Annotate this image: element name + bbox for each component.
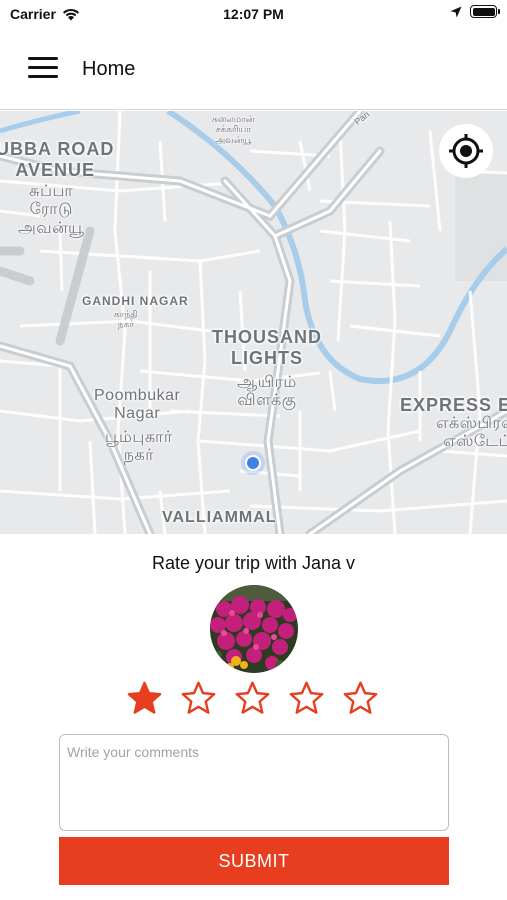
submit-button[interactable]: SUBMIT [59,837,449,885]
map-label-express-tamil: எக்ஸ்பிரஸ் எஸ்டேட் [436,415,507,451]
status-time: 12:07 PM [223,6,284,22]
star-rating[interactable] [126,680,379,717]
map-label-sulaiman: சுலைமான் சக்கரியா அவன்யூ [212,114,255,145]
map-view[interactable]: UBBA ROAD AVENUE சுப்பா ரோடு அவன்யூ சுலை… [0,111,507,534]
rate-trip-panel: Rate your trip with Jana v Write your co… [0,534,507,900]
map-label-poombukar: Poombukar Nagar [94,387,181,423]
location-arrow-icon [450,6,462,17]
map-label-valliammal: VALLIAMMAL [162,509,277,526]
page-title: Home [82,58,136,80]
driver-avatar [210,585,298,673]
my-location-button[interactable] [439,124,493,178]
map-label-poombukar-tamil: பூம்புகார் நகர் [105,429,173,465]
rate-trip-title: Rate your trip with Jana v [151,553,356,573]
star-icon-5[interactable] [342,680,379,717]
map-label-gandhi-nagar: GANDHI NAGAR [82,294,189,308]
map-label-gandhi-tamil: காந்தி நகர் [114,309,138,330]
map-label-subba-tamil: சுப்பா ரோடு அவன்யூ [18,183,85,237]
star-icon-1[interactable] [126,680,163,717]
star-icon-3[interactable] [234,680,271,717]
nav-bar: Home [0,30,507,110]
star-icon-4[interactable] [288,680,325,717]
map-label-subba-road: UBBA ROAD AVENUE [0,139,115,180]
status-bar: Carrier 12:07 PM [0,0,507,30]
battery-icon [470,5,500,18]
star-icon-2[interactable] [180,680,217,717]
my-location-icon [449,134,483,168]
hamburger-menu-icon[interactable] [28,56,58,80]
user-location-marker [241,451,265,475]
map-label-thousand-lights: THOUSAND LIGHTS [212,327,322,368]
map-label-thousand-tamil: ஆயிரம் விளக்கு [237,374,297,410]
comments-input[interactable] [59,734,449,831]
driver-avatar-image [210,585,298,673]
status-right [450,5,500,18]
map-label-express: EXPRESS E [400,395,507,415]
